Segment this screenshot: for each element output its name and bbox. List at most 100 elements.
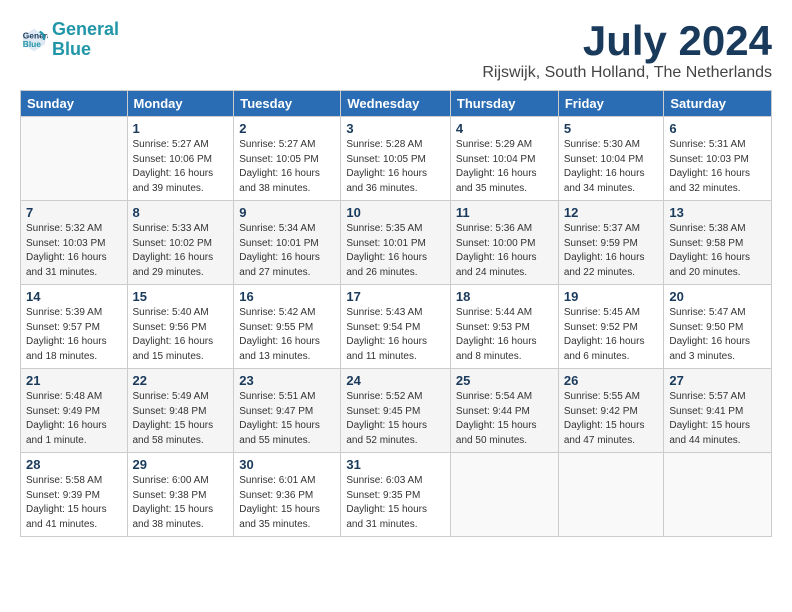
day-number: 6	[669, 121, 766, 136]
cell-info: Sunrise: 5:45 AM Sunset: 9:52 PM Dayligh…	[564, 306, 659, 364]
page-container: General Blue General Blue July 2024 Rijs…	[0, 0, 792, 547]
calendar-cell: 17 Sunrise: 5:43 AM Sunset: 9:54 PM Dayli…	[341, 285, 451, 369]
calendar-cell: 15 Sunrise: 5:40 AM Sunset: 9:56 PM Dayli…	[127, 285, 234, 369]
calendar-cell: 23 Sunrise: 5:51 AM Sunset: 9:47 PM Dayli…	[234, 369, 341, 453]
calendar-cell: 30 Sunrise: 6:01 AM Sunset: 9:36 PM Dayli…	[234, 453, 341, 537]
day-number: 8	[133, 205, 229, 220]
calendar-cell: 28Sunrise: 5:58 AM Sunset: 9:39 PM Dayli…	[21, 453, 128, 537]
cell-info: Sunrise: 6:03 AM Sunset: 9:35 PM Dayligh…	[346, 474, 445, 532]
day-number: 31	[346, 457, 445, 472]
svg-text:Blue: Blue	[23, 39, 41, 49]
calendar-cell: 12 Sunrise: 5:37 AM Sunset: 9:59 PM Dayli…	[558, 201, 664, 285]
day-number: 19	[564, 289, 659, 304]
calendar-header: SundayMondayTuesdayWednesdayThursdayFrid…	[21, 91, 772, 117]
day-number: 24	[346, 373, 445, 388]
day-number: 13	[669, 205, 766, 220]
logo-text: General Blue	[52, 20, 119, 60]
calendar-cell: 31 Sunrise: 6:03 AM Sunset: 9:35 PM Dayli…	[341, 453, 451, 537]
calendar-cell: 7 Sunrise: 5:32 AM Sunset: 10:03 PM Dayli…	[21, 201, 128, 285]
month-title: July 2024	[482, 20, 772, 62]
day-number: 1	[133, 121, 229, 136]
logo-general: General	[52, 19, 119, 39]
cell-info: Sunrise: 5:27 AM Sunset: 10:05 PM Daylig…	[239, 138, 335, 196]
calendar-cell: 20Sunrise: 5:47 AM Sunset: 9:50 PM Dayli…	[664, 285, 772, 369]
calendar-cell: 26Sunrise: 5:55 AM Sunset: 9:42 PM Dayli…	[558, 369, 664, 453]
cell-info: Sunrise: 5:51 AM Sunset: 9:47 PM Dayligh…	[239, 390, 335, 448]
day-number: 12	[564, 205, 659, 220]
calendar-cell	[664, 453, 772, 537]
calendar-body: 1 Sunrise: 5:27 AM Sunset: 10:06 PM Dayli…	[21, 117, 772, 537]
calendar-cell: 25 Sunrise: 5:54 AM Sunset: 9:44 PM Dayli…	[450, 369, 558, 453]
header: General Blue General Blue July 2024 Rijs…	[20, 20, 772, 82]
calendar-cell: 29Sunrise: 6:00 AM Sunset: 9:38 PM Dayli…	[127, 453, 234, 537]
calendar-cell: 8 Sunrise: 5:33 AM Sunset: 10:02 PM Dayli…	[127, 201, 234, 285]
calendar-cell	[450, 453, 558, 537]
day-number: 22	[133, 373, 229, 388]
calendar-cell: 18 Sunrise: 5:44 AM Sunset: 9:53 PM Dayli…	[450, 285, 558, 369]
day-number: 5	[564, 121, 659, 136]
calendar-cell: 10Sunrise: 5:35 AM Sunset: 10:01 PM Dayl…	[341, 201, 451, 285]
weekday-header-tuesday: Tuesday	[234, 91, 341, 117]
cell-info: Sunrise: 5:48 AM Sunset: 9:49 PM Dayligh…	[26, 390, 122, 448]
day-number: 3	[346, 121, 445, 136]
logo-blue: Blue	[52, 39, 91, 59]
location: Rijswijk, South Holland, The Netherlands	[482, 64, 772, 82]
calendar-cell: 9 Sunrise: 5:34 AM Sunset: 10:01 PM Dayli…	[234, 201, 341, 285]
cell-info: Sunrise: 5:44 AM Sunset: 9:53 PM Dayligh…	[456, 306, 553, 364]
calendar-week-5: 28Sunrise: 5:58 AM Sunset: 9:39 PM Dayli…	[21, 453, 772, 537]
day-number: 16	[239, 289, 335, 304]
calendar-week-2: 7 Sunrise: 5:32 AM Sunset: 10:03 PM Dayli…	[21, 201, 772, 285]
calendar-cell: 1 Sunrise: 5:27 AM Sunset: 10:06 PM Dayli…	[127, 117, 234, 201]
calendar-cell	[558, 453, 664, 537]
cell-info: Sunrise: 5:33 AM Sunset: 10:02 PM Daylig…	[133, 222, 229, 280]
day-number: 9	[239, 205, 335, 220]
day-number: 21	[26, 373, 122, 388]
day-number: 2	[239, 121, 335, 136]
calendar-cell: 13Sunrise: 5:38 AM Sunset: 9:58 PM Dayli…	[664, 201, 772, 285]
cell-info: Sunrise: 5:28 AM Sunset: 10:05 PM Daylig…	[346, 138, 445, 196]
cell-info: Sunrise: 6:01 AM Sunset: 9:36 PM Dayligh…	[239, 474, 335, 532]
day-number: 4	[456, 121, 553, 136]
cell-info: Sunrise: 5:32 AM Sunset: 10:03 PM Daylig…	[26, 222, 122, 280]
calendar-cell: 16 Sunrise: 5:42 AM Sunset: 9:55 PM Dayli…	[234, 285, 341, 369]
logo-icon: General Blue	[20, 26, 48, 54]
calendar: SundayMondayTuesdayWednesdayThursdayFrid…	[20, 90, 772, 537]
day-number: 29	[133, 457, 229, 472]
day-number: 7	[26, 205, 122, 220]
calendar-cell: 27Sunrise: 5:57 AM Sunset: 9:41 PM Dayli…	[664, 369, 772, 453]
cell-info: Sunrise: 5:36 AM Sunset: 10:00 PM Daylig…	[456, 222, 553, 280]
day-number: 15	[133, 289, 229, 304]
cell-info: Sunrise: 5:54 AM Sunset: 9:44 PM Dayligh…	[456, 390, 553, 448]
calendar-week-1: 1 Sunrise: 5:27 AM Sunset: 10:06 PM Dayli…	[21, 117, 772, 201]
calendar-cell: 21 Sunrise: 5:48 AM Sunset: 9:49 PM Dayli…	[21, 369, 128, 453]
day-number: 25	[456, 373, 553, 388]
cell-info: Sunrise: 5:34 AM Sunset: 10:01 PM Daylig…	[239, 222, 335, 280]
cell-info: Sunrise: 5:39 AM Sunset: 9:57 PM Dayligh…	[26, 306, 122, 364]
cell-info: Sunrise: 5:43 AM Sunset: 9:54 PM Dayligh…	[346, 306, 445, 364]
calendar-cell: 3 Sunrise: 5:28 AM Sunset: 10:05 PM Dayli…	[341, 117, 451, 201]
logo: General Blue General Blue	[20, 20, 119, 60]
weekday-header-wednesday: Wednesday	[341, 91, 451, 117]
day-number: 23	[239, 373, 335, 388]
calendar-cell: 24Sunrise: 5:52 AM Sunset: 9:45 PM Dayli…	[341, 369, 451, 453]
cell-info: Sunrise: 5:37 AM Sunset: 9:59 PM Dayligh…	[564, 222, 659, 280]
weekday-header-saturday: Saturday	[664, 91, 772, 117]
cell-info: Sunrise: 5:40 AM Sunset: 9:56 PM Dayligh…	[133, 306, 229, 364]
day-number: 30	[239, 457, 335, 472]
title-block: July 2024 Rijswijk, South Holland, The N…	[482, 20, 772, 82]
day-number: 18	[456, 289, 553, 304]
cell-info: Sunrise: 5:47 AM Sunset: 9:50 PM Dayligh…	[669, 306, 766, 364]
calendar-cell: 22 Sunrise: 5:49 AM Sunset: 9:48 PM Dayli…	[127, 369, 234, 453]
day-number: 27	[669, 373, 766, 388]
calendar-cell	[21, 117, 128, 201]
calendar-cell: 11Sunrise: 5:36 AM Sunset: 10:00 PM Dayl…	[450, 201, 558, 285]
day-number: 17	[346, 289, 445, 304]
cell-info: Sunrise: 5:42 AM Sunset: 9:55 PM Dayligh…	[239, 306, 335, 364]
weekday-header-thursday: Thursday	[450, 91, 558, 117]
day-number: 28	[26, 457, 122, 472]
weekday-header-row: SundayMondayTuesdayWednesdayThursdayFrid…	[21, 91, 772, 117]
weekday-header-friday: Friday	[558, 91, 664, 117]
cell-info: Sunrise: 5:27 AM Sunset: 10:06 PM Daylig…	[133, 138, 229, 196]
cell-info: Sunrise: 5:49 AM Sunset: 9:48 PM Dayligh…	[133, 390, 229, 448]
weekday-header-sunday: Sunday	[21, 91, 128, 117]
